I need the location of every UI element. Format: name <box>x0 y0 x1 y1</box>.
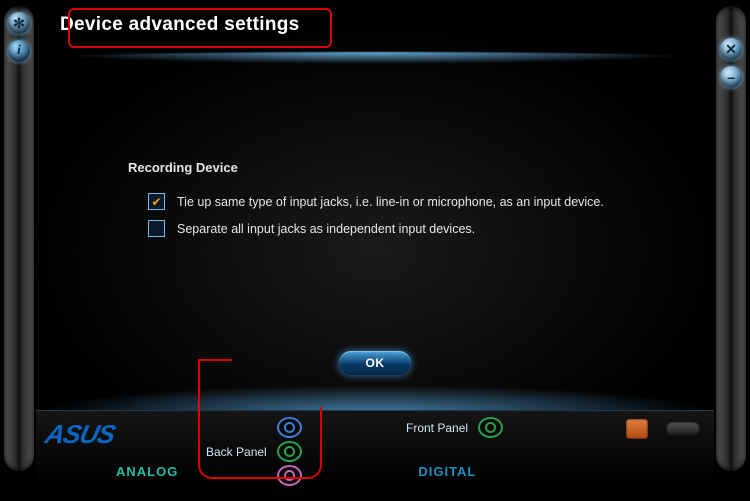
page-title: Device advanced settings <box>60 14 690 36</box>
front-panel-jacks <box>478 417 503 438</box>
right-rail: ✕ – <box>716 6 746 471</box>
header: Device advanced settings <box>60 14 690 54</box>
jack-line-in-icon[interactable] <box>277 417 302 438</box>
jack-line-out-icon[interactable] <box>277 441 302 462</box>
front-panel-group: Front Panel <box>406 417 503 438</box>
close-icon[interactable]: ✕ <box>720 38 742 60</box>
checkbox-tieup[interactable]: ✔ <box>148 193 165 210</box>
asus-audio-panel: ✼ i ✕ – Device advanced settings Recordi… <box>0 0 750 501</box>
brand-logo: ASUS <box>42 419 118 450</box>
header-gloss <box>40 52 710 64</box>
gear-icon[interactable]: ✼ <box>8 12 30 34</box>
section-recording-title: Recording Device <box>128 160 680 175</box>
content: Recording Device ✔ Tie up same type of i… <box>70 100 680 381</box>
option-row-tieup[interactable]: ✔ Tie up same type of input jacks, i.e. … <box>148 193 680 210</box>
info-icon[interactable]: i <box>8 40 30 62</box>
minimize-icon[interactable]: – <box>720 66 742 88</box>
option-label: Separate all input jacks as independent … <box>177 222 475 236</box>
footer-icons <box>626 419 700 439</box>
mode-tabs: ANALOG DIGITAL <box>116 464 476 479</box>
option-row-separate[interactable]: Separate all input jacks as independent … <box>148 220 680 237</box>
device-icon[interactable] <box>666 422 700 436</box>
tab-digital[interactable]: DIGITAL <box>418 464 476 479</box>
jack-front-out-icon[interactable] <box>478 417 503 438</box>
checkbox-separate[interactable] <box>148 220 165 237</box>
option-label: Tie up same type of input jacks, i.e. li… <box>177 195 604 209</box>
back-panel-label: Back Panel <box>206 445 267 459</box>
footer-gloss <box>40 385 710 411</box>
ok-button[interactable]: OK <box>339 351 411 375</box>
folder-icon[interactable] <box>626 419 648 439</box>
left-rail: ✼ i <box>4 6 34 471</box>
front-panel-label: Front Panel <box>406 421 468 435</box>
tab-analog[interactable]: ANALOG <box>116 464 178 479</box>
footer: ASUS Back Panel Front Panel ANALOG DIGIT… <box>36 410 714 483</box>
